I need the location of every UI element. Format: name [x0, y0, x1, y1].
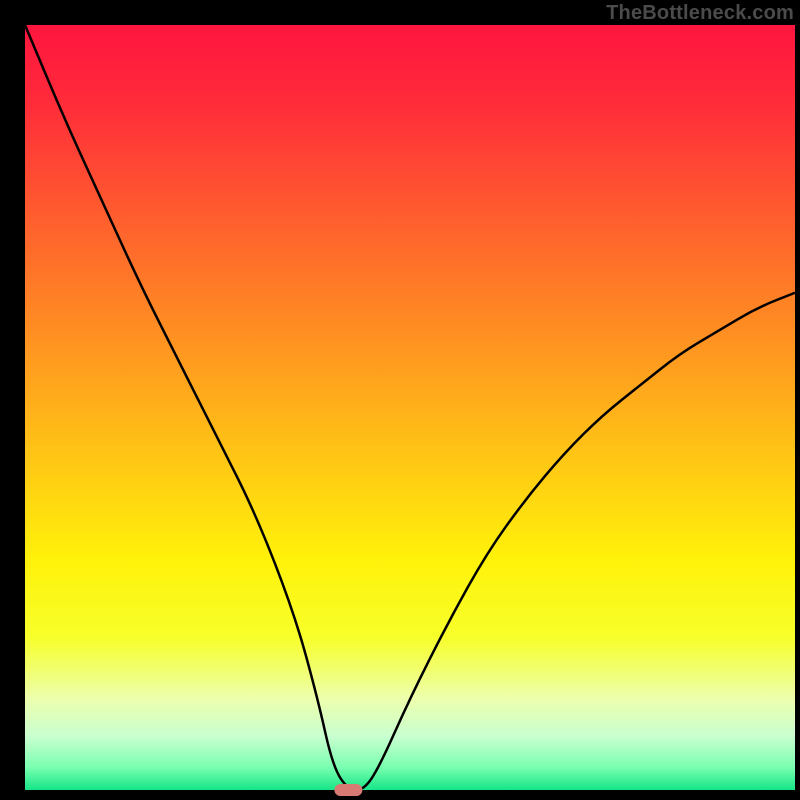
chart-frame: TheBottleneck.com: [0, 0, 800, 800]
optimal-marker: [334, 784, 362, 796]
watermark-text: TheBottleneck.com: [606, 2, 794, 25]
plot-background: [25, 25, 795, 790]
bottleneck-chart: [0, 0, 800, 800]
